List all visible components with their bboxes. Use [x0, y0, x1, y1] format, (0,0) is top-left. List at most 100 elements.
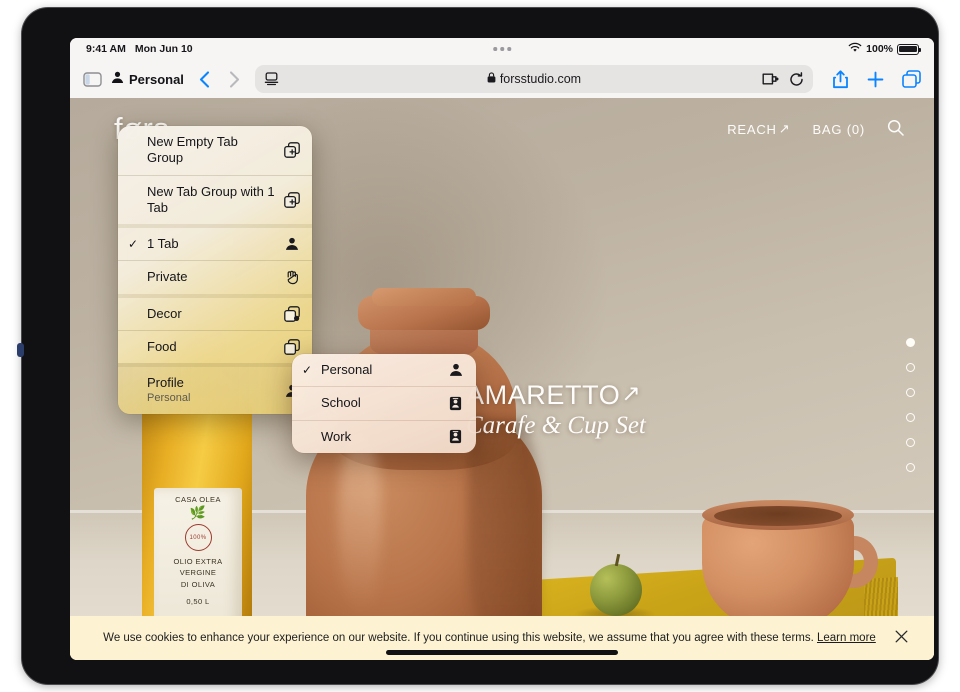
cookie-banner-text: We use cookies to enhance your experienc…	[103, 632, 814, 644]
menu-item-new-empty-tab-group[interactable]: New Empty Tab Group	[118, 126, 312, 175]
battery-percent: 100%	[866, 43, 893, 55]
status-bar: 9:41 AM Mon Jun 10 100%	[70, 38, 934, 60]
status-bar-left: 9:41 AM Mon Jun 10	[70, 43, 193, 55]
slide-dot-6[interactable]	[906, 463, 915, 472]
slide-dot-2[interactable]	[906, 363, 915, 372]
slide-dot-5[interactable]	[906, 438, 915, 447]
menu-item-label: Private	[147, 269, 188, 285]
navigation-arrows	[199, 70, 240, 88]
reload-icon[interactable]	[789, 71, 804, 87]
sidebar-icon[interactable]	[83, 71, 102, 87]
menu-item-1-tab[interactable]: ✓ 1 Tab	[118, 224, 312, 260]
plus-icon[interactable]	[867, 71, 884, 88]
device-side-marker	[17, 343, 24, 357]
status-bar-right: 100%	[848, 42, 934, 56]
menu-item-label: Profile Personal	[147, 375, 277, 406]
square-stack-plus-icon	[283, 142, 300, 159]
site-nav: REACH ↗ BAG (0)	[727, 119, 904, 139]
chevron-left-icon[interactable]	[199, 70, 210, 88]
menu-item-new-tab-group-with-1-tab[interactable]: New Tab Group with 1 Tab	[118, 174, 312, 225]
menu-item-decor[interactable]: Decor	[118, 293, 312, 330]
tab-group-menu: New Empty Tab Group New Tab Group with 1…	[118, 126, 312, 414]
address-bar-actions	[762, 71, 804, 87]
home-indicator[interactable]	[386, 650, 618, 655]
page-reader-icon[interactable]	[264, 72, 279, 86]
menu-item-food[interactable]: Food	[118, 329, 312, 363]
address-bar[interactable]: forsstudio.com	[254, 65, 813, 93]
tab-overview-icon[interactable]	[902, 70, 921, 88]
status-time: 9:41 AM	[86, 43, 126, 55]
slide-dot-4[interactable]	[906, 413, 915, 422]
slide-dot-1[interactable]	[906, 338, 915, 347]
bottle-label-line2: VERGINE	[179, 568, 217, 578]
address-bar-url-group: forsstudio.com	[255, 72, 813, 86]
nav-link-reach-label: REACH	[727, 121, 777, 137]
id-card-icon	[447, 429, 464, 444]
menu-item-label: New Tab Group with 1 Tab	[147, 183, 275, 215]
cookie-learn-more-link[interactable]: Learn more	[817, 632, 876, 644]
person-icon	[111, 71, 124, 87]
multitasking-dots-icon[interactable]	[493, 47, 511, 51]
plum-fruit	[590, 564, 642, 616]
ipad-device-frame: 9:41 AM Mon Jun 10 100% Personal forsstu…	[17, 8, 938, 684]
nav-link-reach[interactable]: REACH ↗	[727, 121, 790, 137]
person-icon	[283, 237, 300, 251]
submenu-item-label: Personal	[321, 362, 373, 377]
bottle-label-line3: DI OLIVA	[180, 579, 216, 589]
menu-item-profile-title: Profile	[147, 375, 184, 390]
menu-item-profile[interactable]: Profile Personal	[118, 363, 312, 414]
product-caption[interactable]: AMARETTO ↗ Carafe & Cup Set	[466, 380, 646, 440]
ipad-screen: 9:41 AM Mon Jun 10 100% Personal forsstu…	[70, 38, 934, 660]
bottle-label-seal: 100%	[184, 523, 212, 551]
square-stack-badge-icon	[283, 305, 300, 322]
address-bar-url: forsstudio.com	[499, 72, 582, 86]
hand-raised-icon	[283, 270, 300, 285]
product-title: AMARETTO	[466, 380, 621, 410]
close-icon[interactable]	[883, 630, 908, 646]
search-icon[interactable]	[887, 119, 904, 139]
submenu-item-school[interactable]: School	[292, 386, 476, 419]
bottle-label-brand: CASA OLEA	[175, 495, 221, 504]
person-icon	[447, 363, 464, 377]
submenu-item-personal[interactable]: ✓ Personal	[292, 354, 476, 386]
submenu-item-label: Work	[321, 428, 352, 444]
id-card-icon	[447, 396, 464, 411]
status-date: Mon Jun 10	[134, 43, 193, 55]
profile-chip-label: Personal	[129, 71, 184, 87]
battery-full-icon	[897, 43, 922, 55]
menu-item-private[interactable]: Private	[118, 260, 312, 293]
bottle-label-volume: 0,50 L	[186, 596, 210, 606]
nav-link-bag-label: BAG (0)	[812, 121, 865, 137]
arrow-up-right-icon: ↗	[621, 380, 642, 406]
toolbar-right-actions	[828, 69, 921, 89]
safari-toolbar: Personal forsstudio.com	[70, 60, 934, 98]
submenu-item-label: School	[321, 395, 361, 411]
cookie-banner-text-group: We use cookies to enhance your experienc…	[96, 632, 883, 644]
square-stack-icon	[283, 339, 300, 355]
olive-sprig-icon: 🌿	[189, 504, 207, 520]
submenu-item-work[interactable]: Work	[292, 419, 476, 453]
menu-item-label: Decor	[147, 305, 182, 321]
product-title-row: AMARETTO ↗	[466, 380, 646, 411]
lock-icon	[487, 72, 496, 86]
bottle-label: CASA OLEA 🌿 100% OLIO EXTRA VERGINE DI O…	[154, 488, 242, 636]
menu-item-label: 1 Tab	[147, 236, 179, 251]
menu-item-label: Food	[147, 338, 177, 354]
slide-dot-3[interactable]	[906, 388, 915, 397]
profile-submenu: ✓ Personal School Work	[292, 354, 476, 453]
menu-item-profile-subtitle: Personal	[147, 392, 191, 405]
menu-checkmark: ✓	[128, 237, 139, 252]
product-subtitle: Carafe & Cup Set	[466, 412, 646, 439]
square-stack-plus-icon	[283, 191, 300, 208]
menu-item-label: New Empty Tab Group	[147, 134, 238, 166]
extensions-puzzle-icon[interactable]	[762, 72, 779, 86]
share-icon[interactable]	[832, 69, 849, 89]
arrow-up-right-icon: ↗	[778, 121, 791, 136]
slide-indicator-dots	[906, 338, 915, 472]
wifi-icon	[848, 42, 862, 56]
bottle-label-line1: OLIO EXTRA	[173, 556, 223, 566]
profile-chip-button[interactable]: Personal	[111, 71, 184, 87]
nav-link-bag[interactable]: BAG (0)	[812, 122, 865, 137]
menu-checkmark: ✓	[302, 363, 313, 378]
chevron-right-icon	[229, 70, 240, 88]
